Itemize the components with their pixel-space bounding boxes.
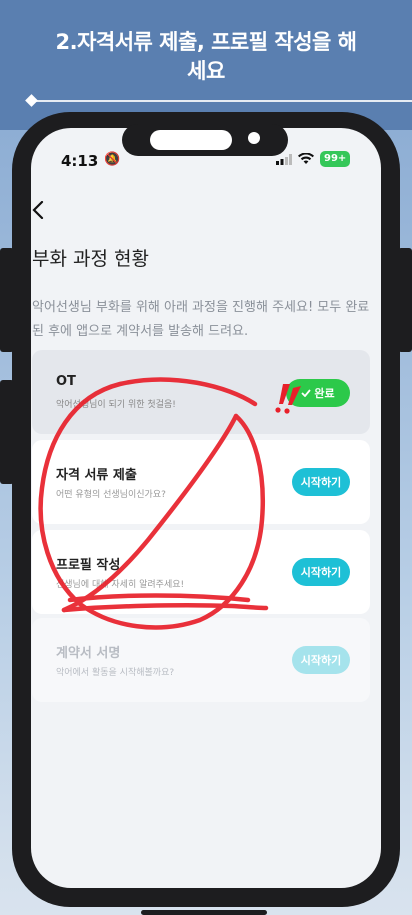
exclamation-mark-icon bbox=[275, 384, 301, 414]
annotation-tail bbox=[61, 413, 239, 613]
annotation-underline bbox=[61, 602, 269, 613]
red-annotation-overlay bbox=[38, 377, 301, 630]
annotation-stroke-2 bbox=[67, 593, 251, 603]
home-indicator bbox=[141, 910, 267, 915]
annotation-loop bbox=[38, 377, 265, 630]
